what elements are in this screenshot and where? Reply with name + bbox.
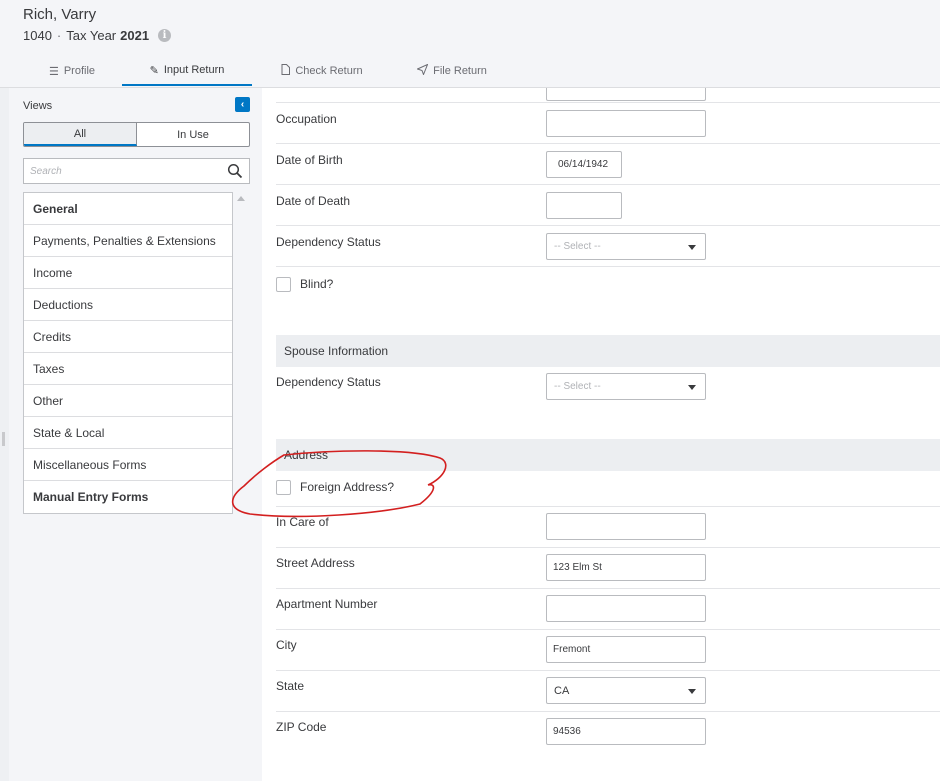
form-row-foreign-address: Foreign Address? <box>276 471 940 507</box>
chevron-left-icon: ‹ <box>240 99 245 110</box>
form-row-blind: Blind? <box>276 267 940 335</box>
info-icon[interactable]: i <box>158 29 172 42</box>
care-of-input[interactable] <box>546 513 706 540</box>
city-input[interactable]: Fremont <box>546 636 706 663</box>
state-select-value: CA <box>554 684 570 697</box>
toggle-in-use-button[interactable]: In Use <box>137 123 249 146</box>
panel-gutter <box>0 88 9 781</box>
client-name: Rich, Varry <box>23 6 97 23</box>
views-sidebar: Views ‹ All In Use Search General Paymen… <box>9 88 262 781</box>
tab-profile[interactable]: ☰ Profile <box>22 56 122 86</box>
cut-off-input[interactable] <box>546 88 706 101</box>
spouse-dependency-select-value: -- Select -- <box>554 381 601 392</box>
sidebar-item-income[interactable]: Income <box>24 257 232 289</box>
city-label: City <box>276 638 297 652</box>
tab-file-return-label: File Return <box>433 65 487 77</box>
collapse-sidebar-button[interactable]: ‹ <box>235 97 250 112</box>
form-row-cut <box>276 88 940 103</box>
form-row-state: State CA <box>276 671 940 712</box>
blind-label: Blind? <box>300 277 334 291</box>
dod-label: Date of Death <box>276 194 351 208</box>
pencil-icon: ✎ <box>149 64 159 77</box>
form-row-dependency: Dependency Status -- Select -- <box>276 226 940 267</box>
search-placeholder: Search <box>30 166 62 177</box>
form-row-occupation: Occupation <box>276 103 940 144</box>
client-header: Rich, Varry 1040 · Tax Year 2021 i ☰ Pro… <box>0 0 940 88</box>
tab-check-return[interactable]: Check Return <box>252 56 392 86</box>
sidebar-item-other[interactable]: Other <box>24 385 232 417</box>
dependency-label: Dependency Status <box>276 235 381 249</box>
form-row-zip: ZIP Code 94536 <box>276 712 940 753</box>
toggle-all-button[interactable]: All <box>24 123 137 146</box>
form-row-spouse-dependency: Dependency Status -- Select -- <box>276 367 940 439</box>
paper-plane-icon <box>416 63 429 78</box>
spouse-section-header: Spouse Information <box>276 335 940 367</box>
zip-label: ZIP Code <box>276 720 327 734</box>
state-label: State <box>276 679 305 693</box>
sidebar-item-manual-entry[interactable]: Manual Entry Forms <box>24 481 232 513</box>
sidebar-item-payments[interactable]: Payments, Penalties & Extensions <box>24 225 232 257</box>
subtitle-separator: · <box>56 28 62 43</box>
chevron-down-icon <box>688 385 696 390</box>
blind-checkbox[interactable] <box>276 277 291 292</box>
search-icon[interactable] <box>227 163 243 179</box>
input-form: Occupation Date of Birth 06/14/1942 Date… <box>262 88 940 781</box>
tab-input-return[interactable]: ✎ Input Return <box>122 56 252 86</box>
form-row-street: Street Address 123 Elm St <box>276 548 940 589</box>
form-row-apartment: Apartment Number <box>276 589 940 630</box>
foreign-address-checkbox[interactable] <box>276 480 291 495</box>
apartment-input[interactable] <box>546 595 706 622</box>
form-number: 1040 <box>23 28 52 43</box>
street-label: Street Address <box>276 556 355 570</box>
occupation-label: Occupation <box>276 112 337 126</box>
sidebar-item-misc-forms[interactable]: Miscellaneous Forms <box>24 449 232 481</box>
occupation-input[interactable] <box>546 110 706 137</box>
state-select[interactable]: CA <box>546 677 706 704</box>
return-tabs: ☰ Profile ✎ Input Return Check Return Fi… <box>22 56 512 86</box>
form-row-dod: Date of Death <box>276 185 940 226</box>
tab-check-return-label: Check Return <box>295 65 363 77</box>
spouse-dependency-label: Dependency Status <box>276 375 381 389</box>
tax-year: 2021 <box>120 28 150 43</box>
dependency-select[interactable]: -- Select -- <box>546 233 706 260</box>
foreign-address-label: Foreign Address? <box>300 480 395 494</box>
sidebar-item-credits[interactable]: Credits <box>24 321 232 353</box>
tab-input-return-label: Input Return <box>163 64 225 76</box>
dod-input[interactable] <box>546 192 622 219</box>
return-subtitle: 1040 · Tax Year 2021 i <box>23 28 172 43</box>
sidebar-item-state-local[interactable]: State & Local <box>24 417 232 449</box>
tab-file-return[interactable]: File Return <box>392 56 512 86</box>
street-input[interactable]: 123 Elm St <box>546 554 706 581</box>
apartment-label: Apartment Number <box>276 597 378 611</box>
chevron-down-icon <box>688 689 696 694</box>
sidebar-item-general[interactable]: General <box>24 193 232 225</box>
list-icon: ☰ <box>48 65 59 78</box>
sidebar-item-deductions[interactable]: Deductions <box>24 289 232 321</box>
dob-label: Date of Birth <box>276 153 343 167</box>
scroll-up-arrow-icon[interactable] <box>237 196 245 201</box>
views-list: General Payments, Penalties & Extensions… <box>23 192 233 514</box>
dependency-select-value: -- Select -- <box>554 241 601 252</box>
tax-year-label: Tax Year <box>66 28 117 43</box>
zip-input[interactable]: 94536 <box>546 718 706 745</box>
views-toggle: All In Use <box>23 122 250 147</box>
views-label: Views <box>23 100 53 112</box>
care-of-label: In Care of <box>276 515 329 529</box>
document-icon <box>281 64 291 78</box>
sidebar-item-taxes[interactable]: Taxes <box>24 353 232 385</box>
form-row-dob: Date of Birth 06/14/1942 <box>276 144 940 185</box>
tab-profile-label: Profile <box>63 65 96 77</box>
resize-handle[interactable] <box>2 432 5 446</box>
address-section-header: Address <box>276 439 940 471</box>
spouse-dependency-select[interactable]: -- Select -- <box>546 373 706 400</box>
dob-input[interactable]: 06/14/1942 <box>546 151 622 178</box>
form-row-care-of: In Care of <box>276 507 940 548</box>
chevron-down-icon <box>688 245 696 250</box>
views-search-input[interactable]: Search <box>23 158 250 184</box>
form-row-city: City Fremont <box>276 630 940 671</box>
